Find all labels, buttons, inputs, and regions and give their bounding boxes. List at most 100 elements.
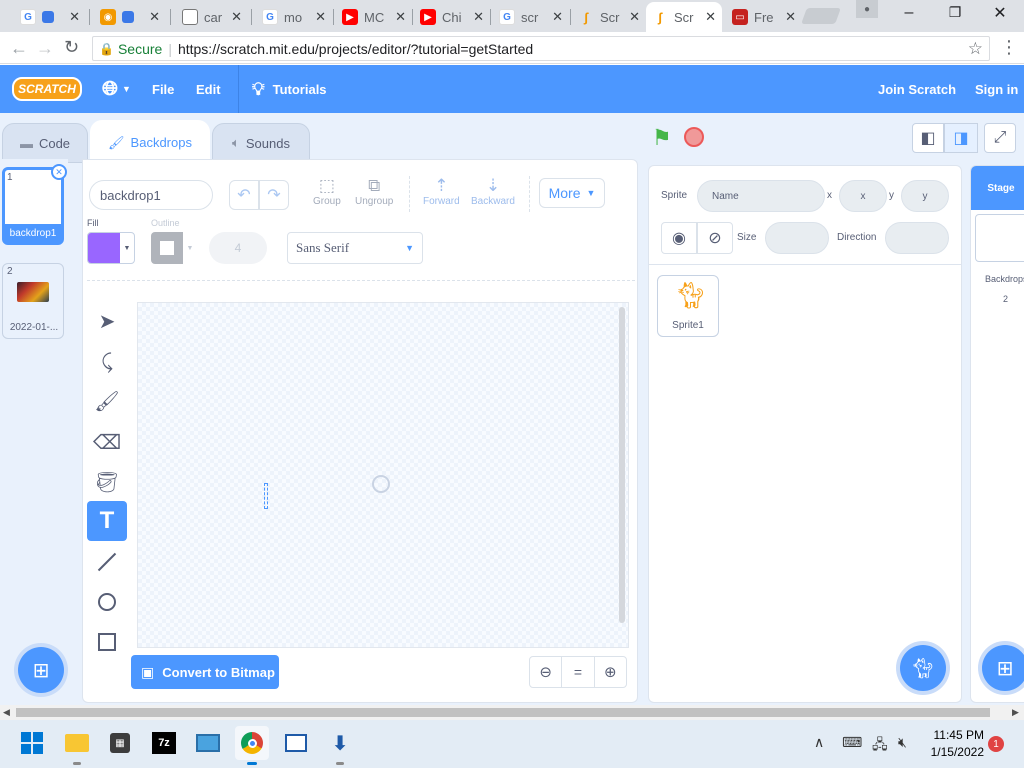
new-tab-button[interactable] — [801, 8, 841, 24]
file-explorer-icon[interactable] — [60, 726, 94, 760]
zoom-out-icon[interactable]: ⊖ — [530, 657, 563, 687]
browser-tab[interactable]: ʃ Scr ✕ — [572, 2, 646, 32]
scroll-thumb[interactable] — [16, 708, 990, 717]
sprite-name-input[interactable]: Name — [697, 180, 825, 212]
choose-sprite-button[interactable]: 🐈︎ — [900, 645, 946, 691]
backdrop-item[interactable]: 1 backdrop1 ✕ — [2, 164, 67, 245]
page-horizontal-scrollbar[interactable]: ◀ ▶ — [0, 705, 1024, 720]
clock-time[interactable]: 11:45 PM — [926, 728, 984, 742]
keyboard-icon[interactable]: ⌨ — [842, 734, 862, 751]
restore-icon[interactable]: ❐ — [942, 4, 968, 24]
select-tool[interactable]: ➤ — [87, 301, 127, 341]
redo-icon[interactable]: ↷ — [259, 180, 289, 210]
tutorials-button[interactable]: 💡︎ Tutorials — [252, 65, 327, 113]
x-input[interactable]: x — [839, 180, 887, 212]
ungroup-button[interactable]: ⧉ Ungroup — [355, 176, 393, 207]
windows-start-icon[interactable] — [15, 726, 49, 760]
circle-tool[interactable] — [87, 582, 127, 622]
profile-icon[interactable]: ● — [856, 0, 878, 18]
clock-date[interactable]: 1/15/2022 — [926, 745, 984, 759]
close-icon[interactable]: ✕ — [781, 9, 796, 25]
browser-tab[interactable]: car ✕ — [176, 2, 248, 32]
close-icon[interactable]: ✕ — [469, 9, 484, 25]
hide-sprite-button[interactable]: ⊘ — [697, 222, 733, 254]
scroll-left-icon[interactable]: ◀ — [3, 707, 10, 718]
small-stage-button[interactable]: ◧ — [912, 123, 944, 153]
backdrop-item[interactable]: 2 2022-01-... — [2, 263, 64, 339]
control-panel-icon[interactable] — [191, 726, 225, 760]
star-icon[interactable]: ☆ — [968, 39, 983, 59]
store-icon[interactable]: ▦ — [103, 726, 137, 760]
costume-name-input[interactable]: backdrop1 — [89, 180, 213, 210]
browser-tab[interactable]: G ✕ — [14, 2, 86, 32]
line-tool[interactable] — [87, 542, 127, 582]
forward-icon[interactable]: → — [36, 38, 54, 59]
zoom-in-icon[interactable]: ⊕ — [595, 657, 626, 687]
fill-color-picker[interactable]: ▼ — [87, 232, 135, 264]
size-input[interactable] — [765, 222, 829, 254]
stop-icon[interactable] — [684, 127, 704, 147]
outline-color-picker[interactable]: ▼ — [151, 232, 197, 264]
show-sprite-button[interactable]: ◉ — [661, 222, 697, 254]
close-icon[interactable]: ✕ — [391, 9, 406, 25]
backward-button[interactable]: ⇣ Backward — [471, 176, 515, 207]
canvas-scrollbar[interactable] — [619, 307, 625, 623]
scratch-logo[interactable]: SCRATCH — [12, 77, 82, 101]
y-input[interactable]: y — [901, 180, 949, 212]
close-icon[interactable]: ✕ — [548, 9, 563, 25]
sprite-item[interactable]: 🐈︎ Sprite1 — [657, 275, 719, 337]
font-dropdown[interactable]: Sans Serif ▼ — [287, 232, 423, 264]
more-dropdown[interactable]: More ▼ — [539, 178, 605, 208]
close-icon[interactable]: ✕ — [701, 9, 716, 25]
eraser-tool[interactable]: ⌫ — [87, 422, 127, 462]
fullscreen-button[interactable]: ⤢ — [984, 123, 1016, 153]
forward-button[interactable]: ⇡ Forward — [423, 176, 460, 207]
outline-width-input[interactable]: 4 — [209, 232, 267, 264]
reshape-tool[interactable]: ⤹ — [87, 342, 127, 382]
reload-icon[interactable]: ↻ — [64, 37, 79, 58]
omnibox[interactable]: 🔒 Secure | https://scratch.mit.edu/proje… — [92, 36, 990, 61]
browser-tab-active[interactable]: ʃ Scr ✕ — [646, 2, 722, 32]
normal-stage-button[interactable]: ◨ — [944, 123, 978, 153]
green-flag-icon[interactable]: ⚑ — [652, 125, 672, 151]
choose-backdrop-button[interactable]: ⊞ — [18, 647, 64, 693]
close-icon[interactable]: ✕ — [625, 9, 640, 25]
stage-selector[interactable]: Stage Backdrops 2 — [970, 165, 1024, 703]
group-button[interactable]: ⬚ Group — [313, 176, 341, 207]
notification-badge[interactable]: 1 — [988, 736, 1004, 752]
fill-tool[interactable]: 🪣︎ — [87, 462, 127, 502]
choose-stage-backdrop-button[interactable]: ⊞ — [982, 645, 1024, 691]
browser-tab[interactable]: ▶ MC ✕ — [336, 2, 412, 32]
downloads-icon[interactable]: ⬇ — [323, 726, 357, 760]
network-icon[interactable]: 🖧︎ — [872, 734, 888, 758]
convert-to-bitmap-button[interactable]: ▣ Convert to Bitmap — [131, 655, 279, 689]
browser-tab[interactable]: ▶ Chi ✕ — [414, 2, 490, 32]
rectangle-tool[interactable] — [87, 622, 127, 662]
browser-tab[interactable]: G mo ✕ — [256, 2, 332, 32]
close-icon[interactable]: ✕ — [311, 9, 326, 25]
browser-tab[interactable]: ▭ Fre ✕ — [726, 2, 802, 32]
file-menu[interactable]: File — [152, 65, 174, 113]
scroll-right-icon[interactable]: ▶ — [1012, 707, 1019, 718]
chevron-up-icon[interactable]: ∧ — [814, 734, 824, 751]
edit-menu[interactable]: Edit — [196, 65, 221, 113]
direction-input[interactable] — [885, 222, 949, 254]
volume-muted-icon[interactable]: 🔇︎ — [898, 734, 907, 751]
undo-icon[interactable]: ↶ — [229, 180, 259, 210]
zoom-reset-button[interactable]: = — [562, 657, 595, 687]
text-tool[interactable]: T — [87, 501, 127, 541]
back-icon[interactable]: ← — [10, 38, 28, 59]
close-icon[interactable]: ✕ — [145, 9, 160, 25]
delete-icon[interactable]: ✕ — [51, 164, 67, 180]
chrome-menu-icon[interactable]: ⋮ — [1000, 37, 1018, 58]
browser-tab[interactable]: ◉ ✕ — [94, 2, 166, 32]
minimize-icon[interactable]: – — [896, 4, 922, 24]
chrome-taskbar-icon[interactable] — [235, 726, 269, 760]
paint-canvas[interactable] — [137, 302, 629, 648]
browser-tab[interactable]: G scr ✕ — [493, 2, 569, 32]
join-scratch-link[interactable]: Join Scratch — [878, 65, 956, 113]
language-menu[interactable]: 🌐︎ ▼ — [102, 65, 131, 113]
tab-code[interactable]: ▬ Code — [2, 123, 88, 163]
close-icon[interactable]: ✕ — [227, 9, 242, 25]
7zip-icon[interactable]: 7z — [147, 726, 181, 760]
